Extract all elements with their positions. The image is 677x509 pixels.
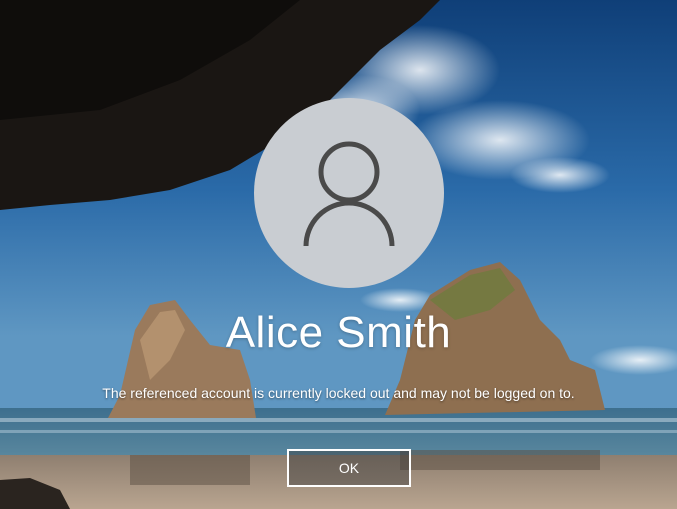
user-icon <box>303 141 395 247</box>
ok-button[interactable]: OK <box>287 449 411 487</box>
user-name: Alice Smith <box>225 308 452 357</box>
error-message: The referenced account is currently lock… <box>102 385 575 401</box>
lock-screen: Alice Smith The referenced account is cu… <box>0 0 677 509</box>
user-avatar <box>254 98 444 288</box>
